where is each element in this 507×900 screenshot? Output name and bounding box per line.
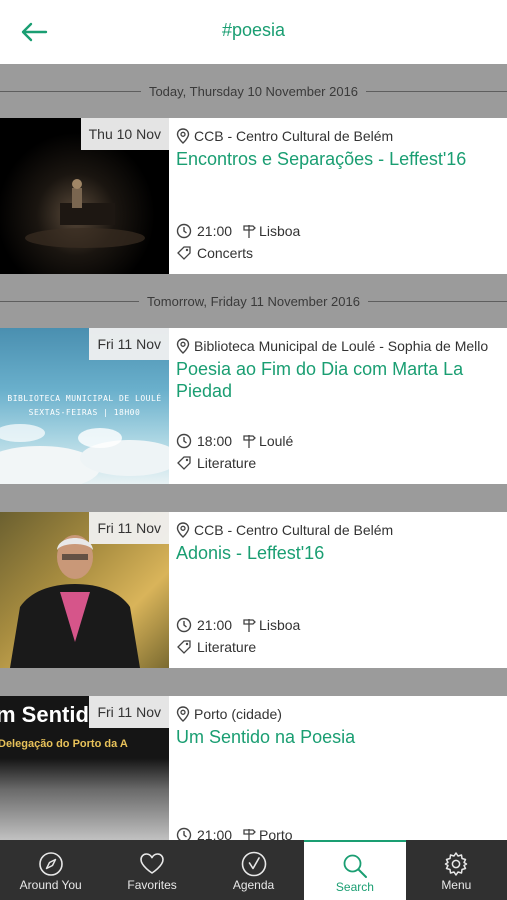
event-venue-text: Porto (cidade) (194, 706, 282, 722)
search-icon (343, 854, 367, 878)
card-gap (0, 484, 507, 512)
nav-label: Search (335, 880, 374, 894)
signpost-icon (243, 225, 256, 238)
heart-icon (140, 853, 164, 874)
day-separator: Today, Thursday 10 November 2016 (0, 64, 507, 118)
event-city: Lisboa (259, 223, 301, 239)
date-badge: Thu 10 Nov (80, 118, 169, 150)
event-city: Porto (259, 827, 293, 840)
nav-menu[interactable]: Menu (406, 840, 507, 900)
app-header: #poesia (0, 0, 507, 64)
date-badge: Fri 11 Nov (89, 512, 169, 544)
thumbnail-caption: BIBLIOTECA MUNICIPAL DE LOULÉ (7, 394, 162, 403)
event-venue-text: CCB - Centro Cultural de Belém (194, 128, 394, 144)
nav-favorites[interactable]: Favorites (101, 840, 202, 900)
event-city: Loulé (259, 433, 294, 449)
event-title[interactable]: Poesia ao Fim do Dia com Marta La Piedad (176, 358, 501, 402)
compass-icon (38, 852, 63, 876)
clock-icon (176, 433, 192, 449)
event-thumbnail: Thu 10 Nov (0, 118, 169, 274)
event-category: Concerts (197, 245, 254, 261)
nav-label: Menu (441, 878, 472, 892)
clock-icon (176, 223, 192, 239)
date-badge: Fri 11 Nov (89, 328, 169, 360)
day-separator-label: Today, Thursday 10 November 2016 (148, 83, 359, 99)
event-card[interactable]: BIBLIOTECA MUNICIPAL DE LOULÉ SEXTAS-FEI… (0, 328, 507, 484)
signpost-icon (243, 619, 256, 632)
date-badge: Fri 11 Nov (89, 696, 169, 728)
checkmark-icon (241, 851, 266, 877)
event-time: 21:00 (197, 617, 233, 633)
signpost-icon (243, 829, 256, 840)
event-title[interactable]: Adonis - Leffest'16 (176, 542, 501, 564)
nav-agenda[interactable]: Agenda (203, 840, 304, 900)
tag-icon (177, 640, 191, 654)
nav-label: Around You (19, 878, 82, 892)
event-venue: CCB - Centro Cultural de Belém (176, 522, 501, 538)
clock-icon (176, 827, 192, 840)
event-thumbnail: m Sentid Delegação do Porto da A Fri 11 … (0, 696, 169, 840)
event-venue-text: Biblioteca Municipal de Loulé - Sophia d… (194, 338, 489, 354)
clock-icon (176, 617, 192, 633)
tag-icon (177, 246, 191, 260)
event-category: Literature (197, 455, 257, 471)
thumbnail-caption: SEXTAS-FEIRAS | 18H00 (28, 408, 141, 417)
event-venue: CCB - Centro Cultural de Belém (176, 128, 501, 144)
event-time: 18:00 (197, 433, 233, 449)
event-time: 21:00 (197, 827, 233, 840)
event-card[interactable]: Fri 11 Nov CCB - Centro Cultural de Belé… (0, 512, 507, 668)
event-thumbnail: BIBLIOTECA MUNICIPAL DE LOULÉ SEXTAS-FEI… (0, 328, 169, 484)
event-title[interactable]: Um Sentido na Poesia (176, 726, 501, 748)
signpost-icon (243, 435, 256, 448)
nav-search[interactable]: Search (304, 840, 406, 900)
location-pin-icon (176, 128, 190, 144)
event-category: Literature (197, 639, 257, 655)
location-pin-icon (176, 522, 190, 538)
day-separator: Tomorrow, Friday 11 November 2016 (0, 274, 507, 328)
thumbnail-caption: m Sentid (0, 702, 89, 727)
location-pin-icon (176, 338, 190, 354)
event-list[interactable]: Today, Thursday 10 November 2016 Thu 10 … (0, 64, 507, 840)
event-city: Lisboa (259, 617, 301, 633)
event-card[interactable]: m Sentid Delegação do Porto da A Fri 11 … (0, 696, 507, 840)
event-card[interactable]: Thu 10 Nov CCB - Centro Cultural de Belé… (0, 118, 507, 274)
event-time: 21:00 (197, 223, 233, 239)
event-venue-text: CCB - Centro Cultural de Belém (194, 522, 394, 538)
card-gap (0, 668, 507, 696)
gear-icon (445, 852, 468, 876)
event-venue: Biblioteca Municipal de Loulé - Sophia d… (176, 338, 501, 354)
event-thumbnail: Fri 11 Nov (0, 512, 169, 668)
event-title[interactable]: Encontros e Separações - Leffest'16 (176, 148, 501, 170)
tag-icon (177, 456, 191, 470)
bottom-nav: Around You Favorites Agenda Search Menu (0, 840, 507, 900)
nav-label: Favorites (127, 878, 177, 892)
event-venue: Porto (cidade) (176, 706, 501, 722)
nav-around-you[interactable]: Around You (0, 840, 101, 900)
thumbnail-caption: Delegação do Porto da A (0, 738, 128, 750)
page-title: #poesia (221, 20, 286, 40)
day-separator-label: Tomorrow, Friday 11 November 2016 (147, 293, 360, 309)
nav-label: Agenda (232, 878, 275, 892)
location-pin-icon (176, 706, 190, 722)
